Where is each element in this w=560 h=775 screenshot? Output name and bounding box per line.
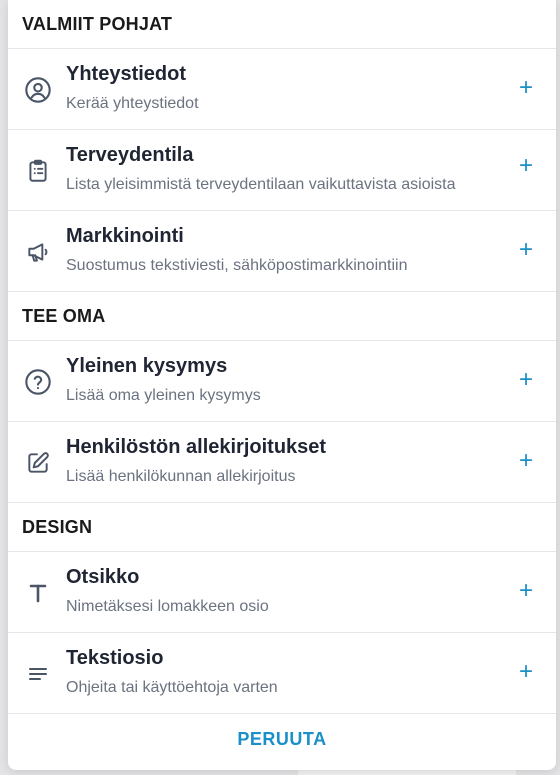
- item-title: Tekstiosio: [66, 647, 164, 669]
- section-header-templates: VALMIIT POHJAT: [8, 0, 556, 49]
- item-title: Terveydentila: [66, 144, 194, 166]
- add-plus-icon[interactable]: +: [514, 154, 538, 178]
- section-header-design: DESIGN: [8, 503, 556, 552]
- add-plus-icon[interactable]: +: [514, 660, 538, 684]
- menu-item-marketing[interactable]: Markkinointi Suostumus tekstiviesti, säh…: [8, 211, 556, 292]
- item-subtitle: Lisää oma yleinen kysymys: [66, 387, 261, 404]
- text-lines-icon: [24, 660, 52, 688]
- add-plus-icon[interactable]: +: [514, 579, 538, 603]
- section-header-custom: TEE OMA: [8, 292, 556, 341]
- add-plus-icon[interactable]: +: [514, 76, 538, 100]
- item-subtitle: Kerää yhteystiedot: [66, 95, 199, 112]
- add-plus-icon[interactable]: +: [514, 238, 538, 262]
- add-field-menu: VALMIIT POHJAT Yhteystiedot Kerää yhteys…: [8, 0, 556, 770]
- edit-icon: [24, 449, 52, 477]
- menu-item-text-section[interactable]: Tekstiosio Ohjeita tai käyttöehtoja vart…: [8, 633, 556, 714]
- menu-item-general-question[interactable]: Yleinen kysymys Lisää oma yleinen kysymy…: [8, 341, 556, 422]
- add-plus-icon[interactable]: +: [514, 449, 538, 473]
- item-subtitle: Suostumus tekstiviesti, sähköpostimarkki…: [66, 257, 408, 274]
- item-subtitle: Lisää henkilökunnan allekirjoitus: [66, 468, 296, 485]
- user-circle-icon: [24, 76, 52, 104]
- menu-item-staff-signatures[interactable]: Henkilöstön allekirjoitukset Lisää henki…: [8, 422, 556, 503]
- heading-t-icon: [24, 579, 52, 607]
- clipboard-list-icon: [24, 157, 52, 185]
- megaphone-icon: [24, 238, 52, 266]
- item-title: Yhteystiedot: [66, 63, 187, 85]
- add-plus-icon[interactable]: +: [514, 368, 538, 392]
- item-title: Otsikko: [66, 566, 140, 588]
- menu-item-contact-info[interactable]: Yhteystiedot Kerää yhteystiedot +: [8, 49, 556, 130]
- item-title: Yleinen kysymys: [66, 355, 228, 377]
- item-title: Markkinointi: [66, 225, 184, 247]
- menu-item-health-status[interactable]: Terveydentila Lista yleisimmistä terveyd…: [8, 130, 556, 211]
- cancel-button[interactable]: PERUUTA: [8, 714, 556, 764]
- menu-item-heading[interactable]: Otsikko Nimetäksesi lomakkeen osio +: [8, 552, 556, 633]
- item-subtitle: Ohjeita tai käyttöehtoja varten: [66, 679, 278, 696]
- item-subtitle: Lista yleisimmistä terveydentilaan vaiku…: [66, 176, 456, 193]
- question-circle-icon: [24, 368, 52, 396]
- item-title: Henkilöstön allekirjoitukset: [66, 436, 327, 458]
- item-subtitle: Nimetäksesi lomakkeen osio: [66, 598, 269, 615]
